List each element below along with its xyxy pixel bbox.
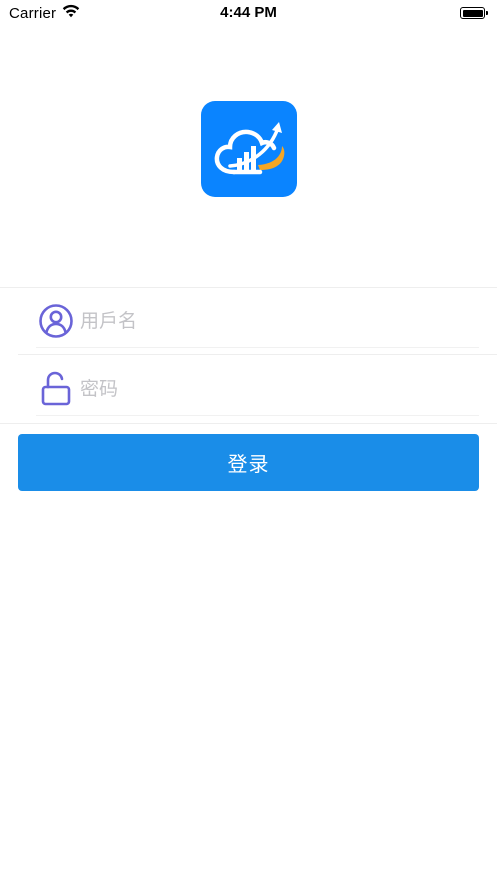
- login-screen: Carrier 4:44 PM 用戶名 登录: [0, 0, 497, 883]
- battery-icon: [460, 7, 488, 19]
- username-input[interactable]: [80, 301, 479, 341]
- form-middle-divider: [18, 354, 497, 355]
- unlock-icon: [37, 370, 75, 408]
- form-top-divider: [0, 287, 497, 288]
- login-button[interactable]: 登录: [18, 434, 479, 491]
- username-row: [36, 296, 479, 346]
- password-underline: [36, 415, 479, 416]
- username-underline: [36, 347, 479, 348]
- form-bottom-divider: [0, 423, 497, 424]
- app-logo: [201, 101, 297, 197]
- password-row: [36, 364, 479, 414]
- battery-body: [460, 7, 485, 19]
- battery-fill: [462, 9, 483, 17]
- status-time: 4:44 PM: [220, 4, 277, 21]
- user-circle-icon: [37, 302, 75, 340]
- status-bar: Carrier 4:44 PM: [0, 0, 497, 26]
- cloud-chart-logo-icon: [214, 122, 285, 175]
- password-input[interactable]: [80, 369, 479, 409]
